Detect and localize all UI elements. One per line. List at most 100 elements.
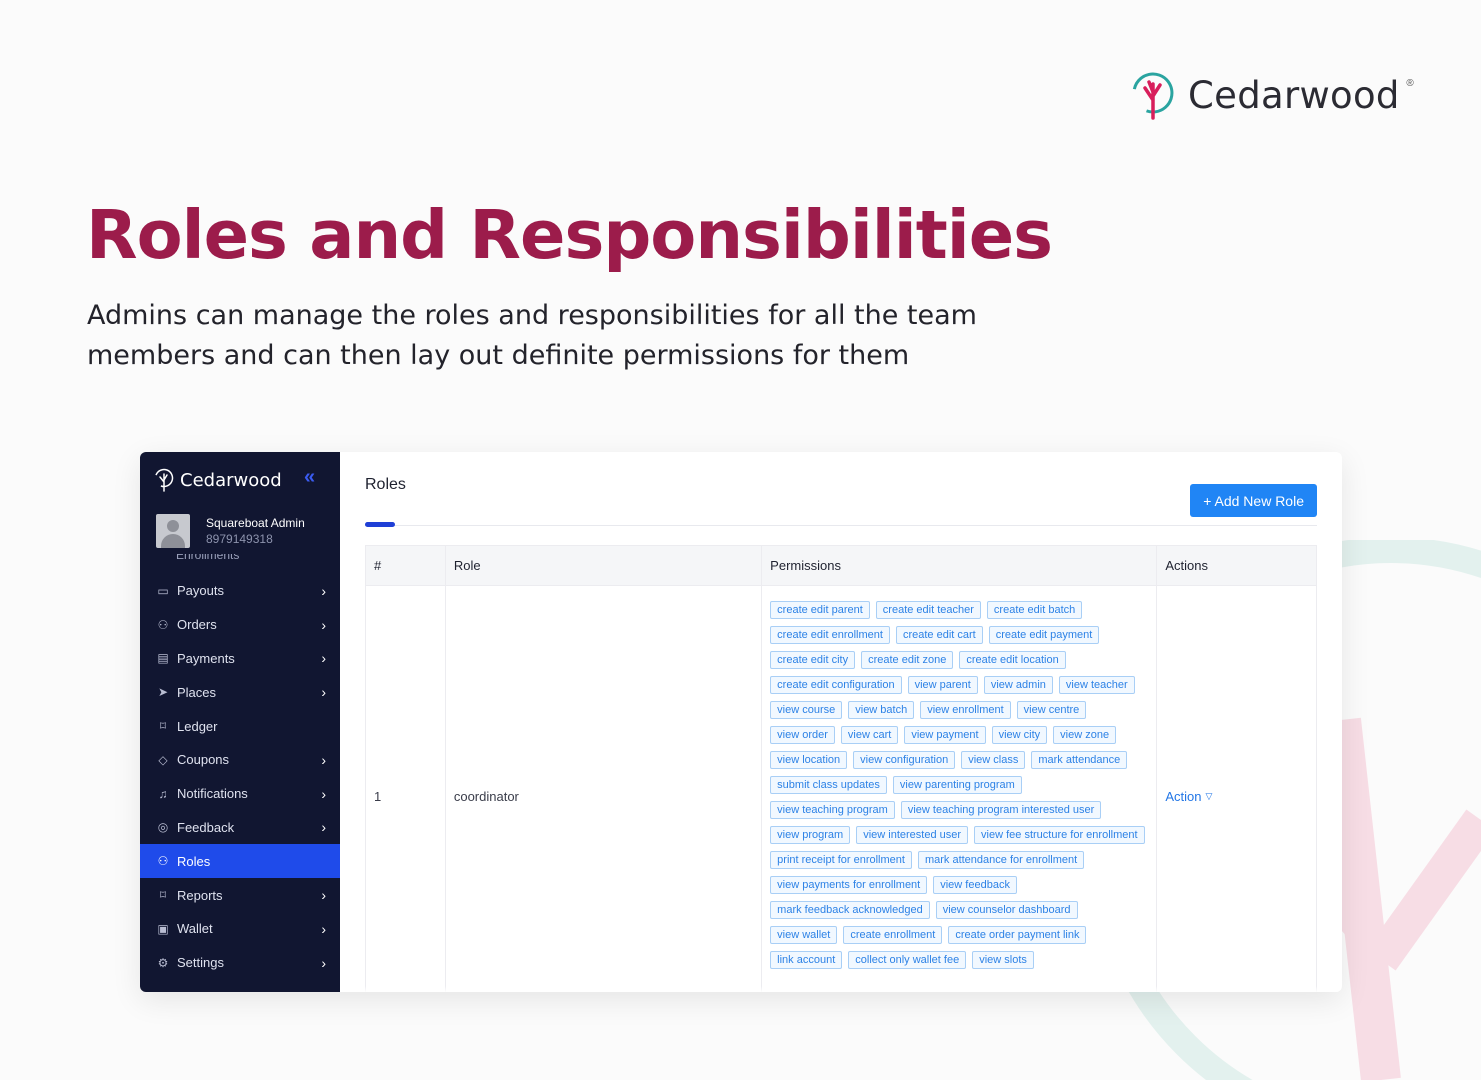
chat-icon: ◎ bbox=[157, 820, 169, 835]
row-permissions: create edit parent create edit teacher cre… bbox=[762, 586, 1158, 992]
column-header-index: # bbox=[366, 546, 446, 585]
permission-tag: view parenting program bbox=[892, 776, 1022, 794]
sidebar-item-enrollments-partial: Enrollments bbox=[176, 554, 240, 562]
sidebar-item-payouts[interactable]: ▭ Payouts › bbox=[140, 574, 340, 608]
permission-tag: create enrollment bbox=[843, 926, 943, 944]
permission-tag: view centre bbox=[1016, 701, 1087, 719]
permission-tag: create order payment link bbox=[948, 926, 1087, 944]
permission-tag: view interested user bbox=[856, 826, 969, 844]
chevron-right-icon: › bbox=[321, 819, 326, 836]
permission-tag: view class bbox=[961, 751, 1026, 769]
sidebar-item-label: Reports bbox=[177, 887, 223, 903]
sidebar-item-label: Ledger bbox=[177, 718, 218, 734]
permission-tag: create edit city bbox=[770, 651, 856, 669]
permission-tag: create edit payment bbox=[988, 626, 1100, 644]
permission-tag: view teacher bbox=[1058, 676, 1135, 694]
permission-tag: view teaching program bbox=[770, 801, 895, 819]
permission-tag: create edit enrollment bbox=[770, 626, 890, 644]
permission-tag: create edit configuration bbox=[770, 676, 902, 694]
row-role-name: coordinator bbox=[446, 586, 763, 992]
sidebar-nav: ▭ Payouts › ⚇ Orders › ▤ Payments › ➤ Pl… bbox=[140, 574, 340, 980]
sidebar-item-label: Payouts bbox=[177, 583, 224, 599]
permission-tag: mark attendance bbox=[1031, 751, 1128, 769]
permission-tag: view course bbox=[770, 701, 843, 719]
add-new-role-button[interactable]: + Add New Role bbox=[1190, 484, 1317, 517]
permission-tag: view program bbox=[770, 826, 851, 844]
bookmark-icon: ⌑ bbox=[159, 719, 167, 734]
money-icon: ▣ bbox=[157, 921, 169, 936]
user-icon: ⚇ bbox=[157, 617, 169, 632]
sidebar-item-roles[interactable]: ⚇ Roles bbox=[140, 844, 340, 879]
permission-tag: link account bbox=[770, 951, 843, 969]
action-dropdown[interactable]: Action ▽ bbox=[1165, 789, 1212, 804]
sidebar-item-coupons[interactable]: ◇ Coupons › bbox=[140, 743, 340, 777]
permission-tag: view batch bbox=[848, 701, 915, 719]
page-title: Roles bbox=[365, 476, 406, 493]
sidebar-item-payments[interactable]: ▤ Payments › bbox=[140, 642, 340, 676]
tree-logo-icon bbox=[1132, 72, 1174, 120]
sidebar-item-settings[interactable]: ⚙ Settings › bbox=[140, 946, 340, 980]
sidebar-item-ledger[interactable]: ⌑ Ledger bbox=[140, 709, 340, 743]
scroll-fade bbox=[340, 986, 1342, 992]
permission-tag: view teaching program interested user bbox=[900, 801, 1102, 819]
bookmark-icon: ⌑ bbox=[159, 888, 167, 903]
sidebar-item-label: Settings bbox=[177, 955, 224, 971]
chevron-right-icon: › bbox=[321, 887, 326, 904]
column-header-permissions: Permissions bbox=[762, 546, 1158, 585]
permission-tag: view payment bbox=[904, 726, 986, 744]
permission-tag-list: create edit parent create edit teacher cre… bbox=[762, 586, 1156, 969]
chevron-right-icon: › bbox=[321, 684, 326, 701]
sidebar-logo-text: Cedarwood bbox=[180, 469, 282, 491]
chevron-right-icon: › bbox=[321, 650, 326, 667]
permission-tag: create edit cart bbox=[895, 626, 983, 644]
chevron-right-icon: › bbox=[321, 954, 326, 971]
main-content: Roles + Add New Role # Role Permissions … bbox=[340, 452, 1342, 992]
table-header: # Role Permissions Actions bbox=[366, 546, 1316, 586]
column-header-role: Role bbox=[446, 546, 763, 585]
sidebar-item-reports[interactable]: ⌑ Reports › bbox=[140, 878, 340, 912]
chevron-right-icon: › bbox=[321, 616, 326, 633]
permission-tag: view wallet bbox=[770, 926, 838, 944]
roles-table: # Role Permissions Actions 1 coordinator… bbox=[365, 545, 1317, 992]
permission-tag: create edit location bbox=[959, 651, 1066, 669]
sidebar-item-label: Coupons bbox=[177, 752, 230, 768]
row-actions: Action ▽ bbox=[1157, 586, 1316, 992]
row-index: 1 bbox=[366, 586, 446, 992]
double-chevron-left-icon[interactable]: « bbox=[304, 466, 315, 489]
permission-tag: create edit batch bbox=[986, 601, 1083, 619]
permission-tag: collect only wallet fee bbox=[848, 951, 967, 969]
active-tab-indicator bbox=[365, 522, 395, 527]
column-header-actions: Actions bbox=[1165, 558, 1208, 573]
permission-tag: view fee structure for enrollment bbox=[974, 826, 1145, 844]
sidebar-item-feedback[interactable]: ◎ Feedback › bbox=[140, 811, 340, 845]
credit-card-icon: ▤ bbox=[157, 651, 169, 666]
permission-tag: mark attendance for enrollment bbox=[917, 851, 1085, 869]
user-name: Squareboat Admin bbox=[206, 516, 305, 530]
chevron-right-icon: › bbox=[321, 785, 326, 802]
tree-logo-icon bbox=[154, 468, 174, 492]
permission-tag: view feedback bbox=[933, 876, 1017, 894]
permission-tag: view order bbox=[770, 726, 835, 744]
permission-tag: create edit parent bbox=[770, 601, 870, 619]
avatar bbox=[156, 514, 190, 548]
sidebar-item-wallet[interactable]: ▣ Wallet › bbox=[140, 912, 340, 946]
sidebar-item-orders[interactable]: ⚇ Orders › bbox=[140, 608, 340, 642]
chevron-right-icon: › bbox=[321, 582, 326, 599]
permission-tag: print receipt for enrollment bbox=[770, 851, 912, 869]
permission-tag: view configuration bbox=[853, 751, 956, 769]
location-arrow-icon: ➤ bbox=[157, 685, 169, 700]
chevron-down-icon: ▽ bbox=[1205, 790, 1213, 801]
hero-subtitle: Admins can manage the roles and responsi… bbox=[87, 300, 977, 371]
sidebar-item-notifications[interactable]: ♫ Notifications › bbox=[140, 777, 340, 811]
table-row: 1 coordinator create edit parent create e… bbox=[366, 586, 1316, 992]
brand-logo: Cedarwood ® bbox=[1130, 70, 1414, 120]
user-profile[interactable]: Squareboat Admin 8979149318 bbox=[156, 514, 305, 548]
permission-tag: view city bbox=[991, 726, 1048, 744]
sidebar-item-places[interactable]: ➤ Places › bbox=[140, 675, 340, 709]
sidebar-logo[interactable]: Cedarwood bbox=[154, 468, 282, 492]
permission-tag: view location bbox=[770, 751, 848, 769]
permission-tag: view admin bbox=[983, 676, 1053, 694]
sidebar: Cedarwood « Squareboat Admin 8979149318 … bbox=[140, 452, 340, 992]
sidebar-item-label: Roles bbox=[177, 853, 211, 869]
sidebar-item-label: Orders bbox=[177, 617, 217, 633]
